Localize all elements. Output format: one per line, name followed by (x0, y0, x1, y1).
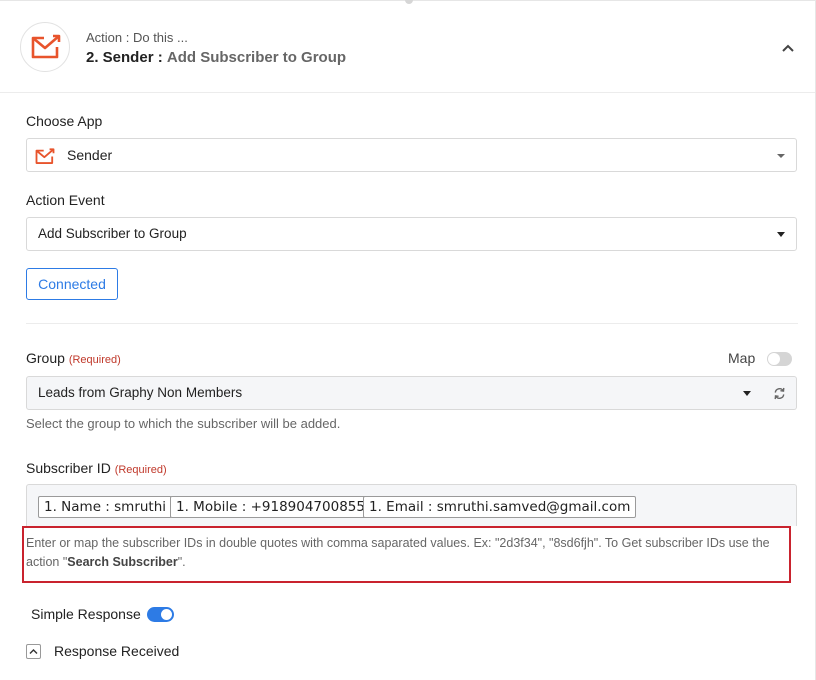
map-toggle[interactable] (767, 352, 792, 366)
action-event-label: Action Event (26, 192, 105, 208)
chevron-up-icon (782, 44, 794, 52)
search-subscriber-action-name: Search Subscriber (67, 555, 178, 569)
sender-logo (20, 22, 70, 72)
chevron-down-icon (743, 391, 751, 396)
step-title: 2. Sender : Add Subscriber to Group (86, 49, 346, 66)
mapped-field-tag[interactable]: 1. Name : smruthi (38, 496, 173, 518)
mapped-field-tag[interactable]: 1. Email : smruthi.samved@gmail.com (363, 496, 637, 518)
connected-button[interactable]: Connected (26, 268, 118, 300)
action-event-value: Add Subscriber to Group (38, 226, 187, 241)
toggle-knob (768, 353, 780, 365)
sender-logo-icon (35, 148, 55, 164)
simple-response-label: Simple Response (31, 606, 141, 622)
subscriber-id-label: Subscriber ID (Required) (26, 460, 167, 476)
mapped-field-tag[interactable]: 1. Mobile : +918904700855 (170, 496, 371, 518)
group-value: Leads from Graphy Non Members (38, 385, 243, 400)
simple-response-toggle[interactable] (147, 607, 174, 622)
response-received-label: Response Received (54, 643, 180, 659)
help-text-part: ". (177, 555, 186, 569)
chevron-up-icon (29, 649, 38, 654)
subscriber-id-label-text: Subscriber ID (26, 460, 111, 476)
subscriber-id-input[interactable]: 1. Name : smruthi 1. Mobile : +918904700… (26, 484, 797, 526)
required-indicator: (Required) (68, 354, 121, 366)
required-indicator: (Required) (114, 464, 167, 476)
section-divider (26, 323, 798, 324)
step-number-app: 2. Sender : (86, 49, 163, 66)
sender-logo-icon (31, 34, 61, 59)
subscriber-id-help-text: Enter or map the subscriber IDs in doubl… (26, 534, 786, 572)
refresh-icon (774, 387, 785, 400)
chevron-down-icon (777, 232, 785, 237)
response-received-toggle[interactable] (26, 644, 41, 659)
group-label: Group (Required) (26, 350, 121, 366)
step-action-name: Add Subscriber to Group (166, 49, 347, 66)
refresh-button[interactable] (763, 376, 797, 410)
map-label: Map (728, 350, 756, 366)
choose-app-value: Sender (67, 147, 113, 163)
action-step-header[interactable]: Action : Do this ... 2. Sender : Add Sub… (0, 0, 815, 93)
group-select[interactable]: Leads from Graphy Non Members (26, 376, 764, 410)
collapse-button[interactable] (781, 40, 797, 54)
chevron-down-icon (777, 154, 785, 158)
group-help-text: Select the group to which the subscriber… (26, 416, 341, 431)
action-event-select[interactable]: Add Subscriber to Group (26, 217, 797, 251)
choose-app-select[interactable]: Sender (26, 138, 797, 172)
toggle-knob (161, 609, 172, 620)
step-subtitle: Action : Do this ... (86, 30, 188, 45)
choose-app-label: Choose App (26, 113, 103, 129)
group-label-text: Group (26, 350, 65, 366)
